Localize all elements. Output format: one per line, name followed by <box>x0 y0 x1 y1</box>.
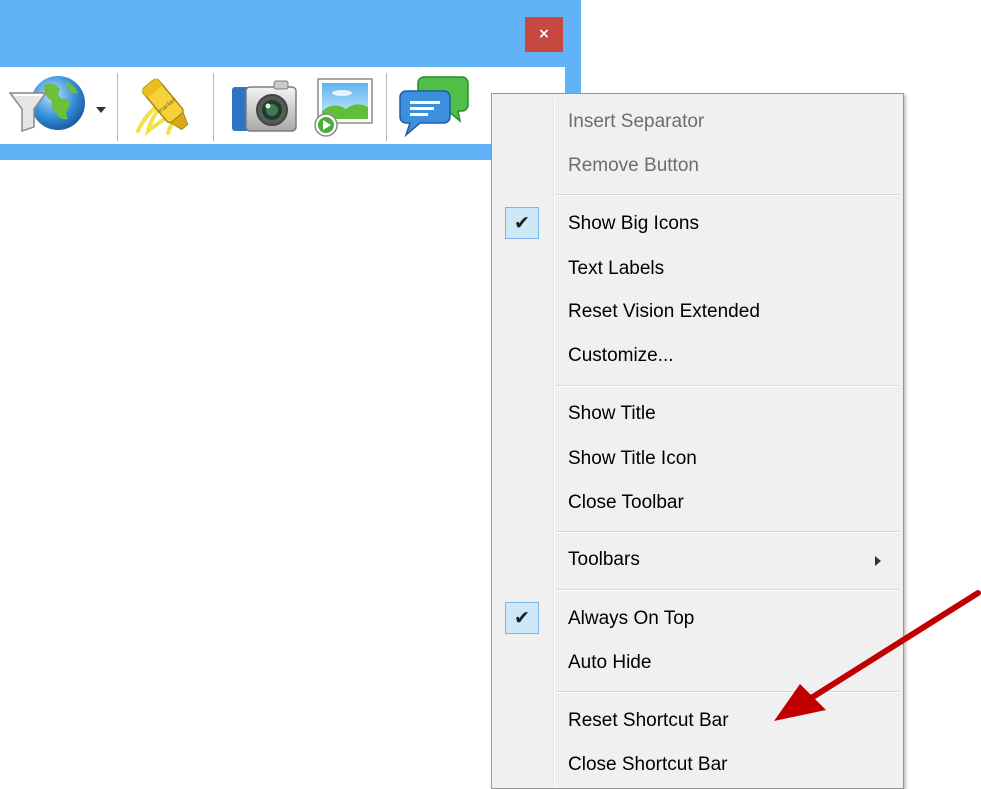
toolbar-strip: marker <box>0 67 565 144</box>
menu-item-show-title-icon[interactable]: Show Title Icon <box>494 437 901 481</box>
screen: × marker Insert Separator Remove Button … <box>0 0 981 789</box>
screen-share-button[interactable] <box>312 77 374 139</box>
toolbar-divider <box>117 73 118 141</box>
toolbar-divider <box>386 73 387 141</box>
menu-separator <box>556 531 899 533</box>
menu-item-label: Insert Separator <box>568 111 705 132</box>
menu-separator <box>556 691 899 693</box>
toolbar-divider <box>213 73 214 141</box>
chat-button[interactable] <box>398 75 470 137</box>
camera-icon <box>232 80 297 132</box>
menu-item-label: Customize... <box>568 345 674 366</box>
menu-item-show-title[interactable]: Show Title <box>494 392 901 436</box>
menu-separator <box>556 194 899 196</box>
menu-item-label: Close Shortcut Bar <box>568 754 728 775</box>
chat-icon <box>399 76 469 137</box>
web-filter-button[interactable] <box>8 73 108 139</box>
menu-item-label: Toolbars <box>568 549 640 570</box>
menu-item-customize[interactable]: Customize... <box>494 334 901 378</box>
menu-item-label: Auto Hide <box>568 652 652 673</box>
screen-share-icon <box>314 78 373 137</box>
menu-item-remove-button: Remove Button <box>494 144 901 188</box>
menu-item-auto-hide[interactable]: Auto Hide <box>494 641 901 685</box>
menu-separator <box>556 385 899 387</box>
menu-item-toolbars[interactable]: Toolbars <box>494 538 901 582</box>
menu-item-label: Close Toolbar <box>568 492 684 513</box>
menu-item-always-on-top[interactable]: ✔ Always On Top <box>494 597 901 641</box>
menu-item-show-big-icons[interactable]: ✔ Show Big Icons <box>494 202 901 246</box>
menu-item-label: Text Labels <box>568 258 665 279</box>
highlighter-icon: marker <box>136 78 189 137</box>
menu-item-reset-shortcut-bar[interactable]: Reset Shortcut Bar <box>494 699 901 743</box>
menu-item-label: Show Title <box>568 403 656 424</box>
menu-item-label: Reset Shortcut Bar <box>568 710 729 731</box>
camera-button[interactable] <box>228 77 300 137</box>
menu-item-close-toolbar[interactable]: Close Toolbar <box>494 481 901 525</box>
check-icon: ✔ <box>505 207 539 239</box>
menu-item-label: Remove Button <box>568 155 699 176</box>
menu-item-close-shortcut-bar[interactable]: Close Shortcut Bar <box>494 743 901 787</box>
check-icon: ✔ <box>505 602 539 634</box>
menu-item-insert-separator: Insert Separator <box>494 100 901 144</box>
context-menu: Insert Separator Remove Button ✔ Show Bi… <box>491 93 904 789</box>
menu-item-reset-vision-extended[interactable]: Reset Vision Extended <box>494 290 901 334</box>
highlighter-button[interactable]: marker <box>132 73 202 141</box>
submenu-arrow-icon <box>875 556 881 566</box>
title-bar[interactable]: × <box>0 0 581 67</box>
menu-item-label: Always On Top <box>568 608 695 629</box>
menu-item-text-labels[interactable]: Text Labels <box>494 247 901 291</box>
menu-separator <box>556 589 899 591</box>
close-button[interactable]: × <box>525 17 563 52</box>
menu-item-label: Reset Vision Extended <box>568 301 760 322</box>
menu-item-label: Show Big Icons <box>568 213 699 234</box>
web-filter-icon <box>8 76 106 133</box>
menu-item-label: Show Title Icon <box>568 448 697 469</box>
